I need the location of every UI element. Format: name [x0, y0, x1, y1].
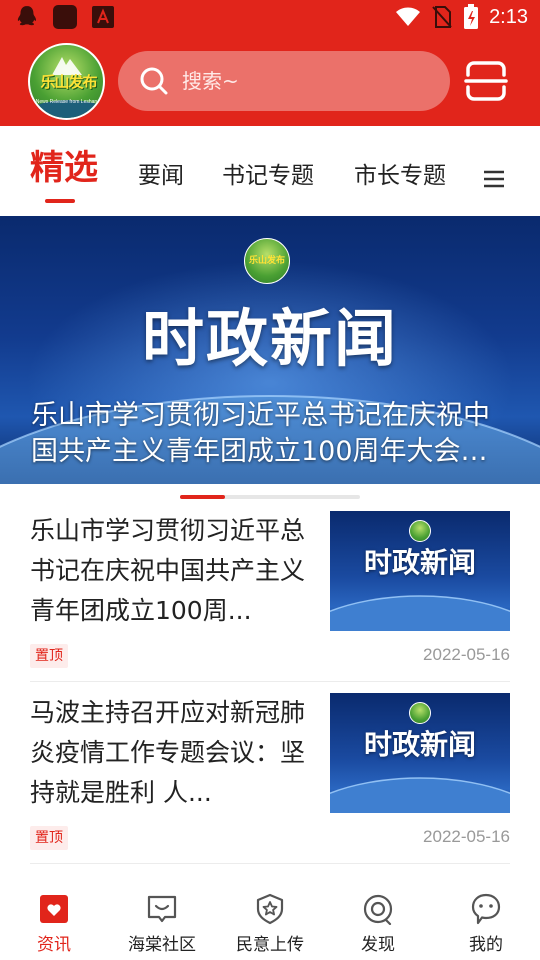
- no-sim-icon: [432, 6, 452, 28]
- status-bar: 2:13: [0, 0, 540, 36]
- app-header: 乐山发布 News Release from Leshan: [0, 36, 540, 126]
- battery-icon: [464, 4, 479, 29]
- menu-icon[interactable]: [483, 169, 505, 189]
- news-thumbnail: 时政新闻: [330, 511, 510, 631]
- news-thumbnail: 时政新闻: [330, 693, 510, 813]
- thumbnail-logo: [409, 520, 431, 542]
- logo-text: 乐山发布: [40, 73, 97, 91]
- profile-icon: [471, 893, 501, 925]
- nav-profile-label: 我的: [469, 935, 503, 955]
- app-logo[interactable]: 乐山发布 News Release from Leshan: [28, 43, 105, 120]
- category-tabs: 精选 要闻 书记专题 市长专题: [0, 126, 540, 216]
- thumbnail-title: 时政新闻: [363, 546, 476, 579]
- nav-discover[interactable]: 发现: [324, 878, 432, 960]
- tab-secretary-topic[interactable]: 书记专题: [222, 126, 314, 216]
- status-time: 2:13: [489, 5, 528, 28]
- upload-opinion-icon: [256, 893, 284, 925]
- banner-caption: 乐山市学习贯彻习近平总书记在庆祝中国共产主义青年团成立100周年大会上...: [31, 400, 490, 467]
- thumbnail-logo: [409, 702, 431, 724]
- nav-upload-opinion-label: 民意上传: [236, 935, 304, 955]
- news-title: 马波主持召开应对新冠肺炎疫情工作专题会议：坚持就是胜利 人...: [30, 698, 306, 807]
- banner-logo: 乐山发布: [244, 238, 290, 284]
- nav-discover-label: 发现: [361, 935, 395, 955]
- logo-subtext: News Release from Leshan: [35, 99, 98, 105]
- list-divider: [30, 863, 510, 864]
- tab-headlines[interactable]: 要闻: [138, 126, 184, 216]
- news-item[interactable]: 乐山市学习贯彻习近平总书记在庆祝中国共产主义青年团成立100周... 时政新闻 …: [30, 511, 510, 681]
- wifi-icon: [396, 7, 421, 26]
- banner-heading: 时政新闻: [141, 302, 398, 375]
- tab-mayor-topic[interactable]: 市长专题: [354, 126, 446, 216]
- scan-icon[interactable]: [464, 61, 508, 101]
- pinned-badge: 置顶: [30, 826, 68, 850]
- news-icon: [40, 895, 68, 923]
- carousel-indicator-active: [180, 495, 225, 499]
- nav-community[interactable]: 海棠社区: [108, 878, 216, 960]
- thumbnail-title: 时政新闻: [363, 728, 476, 761]
- search-icon: [140, 67, 168, 95]
- carousel-indicator: [180, 495, 360, 499]
- nav-upload-opinion[interactable]: 民意上传: [216, 878, 324, 960]
- search-bar[interactable]: [118, 51, 450, 111]
- featured-banner[interactable]: 乐山发布 时政新闻 乐山市学习贯彻习近平总书记在庆祝中国共产主义青年团成立100…: [0, 216, 540, 484]
- search-input[interactable]: [182, 65, 432, 97]
- app-a-icon: [92, 6, 114, 28]
- news-title: 乐山市学习贯彻习近平总书记在庆祝中国共产主义青年团成立100周...: [30, 516, 306, 625]
- nav-profile[interactable]: 我的: [432, 878, 540, 960]
- nav-news-label: 资讯: [37, 935, 71, 955]
- discover-icon: [363, 894, 393, 925]
- nav-community-label: 海棠社区: [128, 935, 196, 955]
- pinned-badge: 置顶: [30, 644, 68, 668]
- nav-news[interactable]: 资讯: [0, 878, 108, 960]
- bottom-navigation: 资讯 海棠社区 民意上传 发现 我的: [0, 878, 540, 960]
- qq-icon: [17, 6, 37, 26]
- app-icon: [53, 5, 77, 29]
- tab-active-indicator: [45, 199, 75, 203]
- news-item[interactable]: 马波主持召开应对新冠肺炎疫情工作专题会议：坚持就是胜利 人... 时政新闻 置顶…: [30, 693, 510, 863]
- community-icon: [147, 895, 177, 923]
- banner-logo-text: 乐山发布: [248, 256, 285, 266]
- news-date: 2022-05-16: [423, 645, 510, 664]
- list-divider: [30, 681, 510, 682]
- news-date: 2022-05-16: [423, 827, 510, 846]
